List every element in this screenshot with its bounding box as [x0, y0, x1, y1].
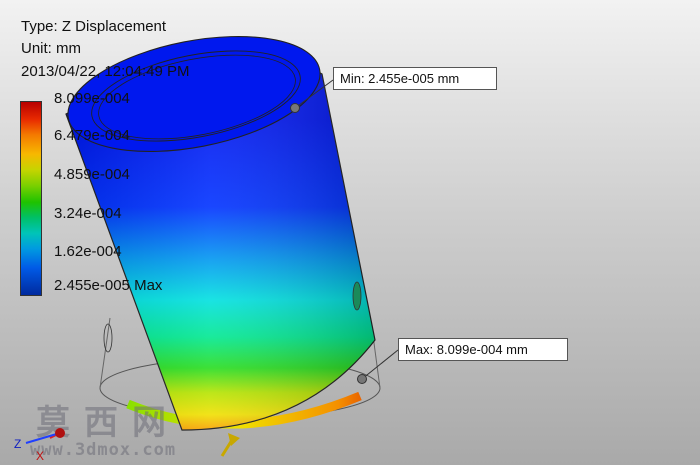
triad-x-label: X: [36, 449, 44, 463]
load-arrow-icon: [220, 433, 240, 457]
max-probe-marker[interactable]: [357, 374, 367, 384]
result-unit: Unit: mm: [21, 40, 81, 57]
axis-triad-icon[interactable]: Z X: [10, 424, 66, 464]
min-probe-label[interactable]: Min: 2.455e-005 mm: [333, 67, 497, 90]
legend-label-2: 6.479e-004: [54, 127, 130, 144]
legend-label-1: 8.099e-004: [54, 90, 130, 107]
legend-label-4: 3.24e-004: [54, 205, 122, 222]
triad-z-axis: [25, 432, 61, 444]
legend-label-3: 4.859e-004: [54, 166, 130, 183]
legend-label-5: 1.62e-004: [54, 243, 122, 260]
triad-z-label: Z: [14, 437, 21, 451]
min-probe-marker[interactable]: [290, 103, 300, 113]
legend-label-6: 2.455e-005 Max: [54, 277, 163, 294]
legend-color-bar: [20, 101, 42, 296]
3d-viewport[interactable]: Type: Z Displacement Unit: mm 2013/04/22…: [0, 0, 700, 465]
result-type: Type: Z Displacement: [21, 18, 167, 35]
max-probe-label[interactable]: Max: 8.099e-004 mm: [398, 338, 568, 361]
result-timestamp: 2013/04/22, 12:04:49 PM: [21, 63, 190, 80]
triad-origin: [55, 428, 65, 438]
max-leader-line: [361, 349, 399, 380]
